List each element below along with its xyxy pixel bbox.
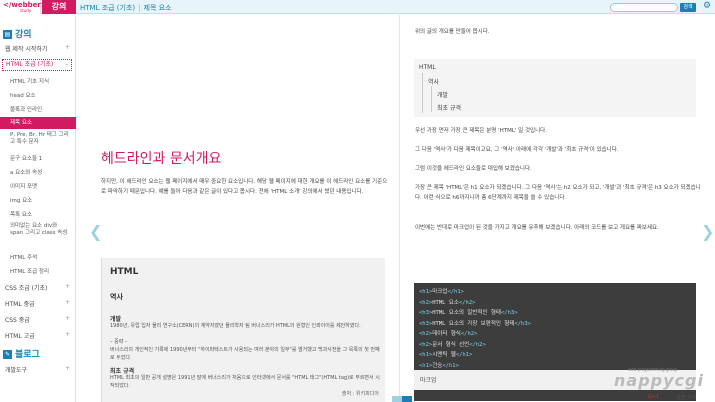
content-left-page: 헤드라인과 문서개요 하지만, 이 헤드라인 요소는 웹 페이지에서 매우 중요… xyxy=(77,15,398,402)
quote-paragraph: 1980년, 유럽 입자 물리 연구소(CERN)의 계약자였던 물리학자 팀 … xyxy=(110,323,361,329)
quote-paragraph: 버너스리의 개인적인 기록에 1990년부터 "하이퍼텍스트가 사용되는 여러 … xyxy=(110,347,380,361)
sidebar-sub-item[interactable]: HTML 조급 정리 xyxy=(0,267,76,275)
right-intro: 위의 글의 개요를 만들어 봅시다. xyxy=(415,29,490,35)
code-line: <h3>HTML 요소의 일반적인 형태</h3> xyxy=(419,310,518,316)
logo-subtext: study xyxy=(20,8,32,13)
quote-paragraph: HTML 최초의 일반 공개 설명은 1991년 말에 버너스리가 처음으로 인… xyxy=(110,375,380,389)
right-paragraph: 그 다음 '역사'가 다음 제목이고요, 그 '역사' 아래에 각각 '개발'과… xyxy=(415,147,619,153)
outline-item: 최초 규격 xyxy=(437,105,461,112)
sidebar: ▤ 강의 웹 제작 시작하기 + HTML 초급 (기초) - HTML 기초 지식 … xyxy=(0,15,76,402)
outline-item: HTML xyxy=(419,64,436,71)
sidebar-section-blog: ✎ 블로그 xyxy=(3,350,40,360)
sidebar-sub-item[interactable]: 의미없는 요소 div와 span 그리고 class 속성 xyxy=(0,223,70,237)
comment-button[interactable]: 의견 쓰기 xyxy=(676,394,696,401)
sidebar-sub-item[interactable]: 이미지 포맷 xyxy=(0,182,76,190)
logo[interactable]: </webber> study xyxy=(0,0,47,14)
sidebar-sub-item[interactable]: P, Pre, Br, Hr 태그 그리고 특수 문자 xyxy=(0,132,70,146)
sidebar-sub-item-active[interactable]: 제목 요소 xyxy=(0,117,76,129)
next-page-arrow-icon[interactable]: ❯ xyxy=(701,222,714,241)
breadcrumb-item-heading[interactable]: 제목 요소 xyxy=(144,4,172,12)
right-paragraph: 우선 가장 먼저 가장 큰 제목은 분명 'HTML' 일 것입니다. xyxy=(415,128,547,134)
google-plus-button[interactable]: G+1 xyxy=(648,394,659,400)
quote-h2: 역사 xyxy=(110,293,123,301)
sidebar-section-lecture: ▤ 강의 xyxy=(3,30,32,40)
sidebar-sub-item[interactable]: 목록 요소 xyxy=(0,210,76,218)
sidebar-item-devtools[interactable]: 개발도구 + xyxy=(0,365,76,374)
content-right-page: 위의 글의 개요를 만들어 봅시다. HTML 역사 개발 최초 규격 우선 가… xyxy=(400,15,715,402)
sidebar-sub-item[interactable]: HTML 주석 xyxy=(0,253,76,261)
right-paragraph: 가장 큰 제목 'HTML'은 h1 요소가 되겠습니다. 그 다음 '역사'는… xyxy=(415,185,701,201)
top-bar: </webber> study 강의 HTML 조급 (기초) | 제목 요소 검색… xyxy=(0,0,715,14)
watermark: web programming group nappycgi xyxy=(614,367,704,390)
quote-h1: HTML xyxy=(110,267,139,277)
sidebar-sub-item[interactable]: img 요소 xyxy=(0,196,76,204)
breadcrumb: HTML 조급 (기초) | 제목 요소 xyxy=(80,3,172,13)
book-icon: ▤ xyxy=(3,30,12,39)
breadcrumb-item-html[interactable]: HTML 조급 (기초) xyxy=(80,4,135,12)
sidebar-sub-item[interactable]: a 요소와 속성 xyxy=(0,168,76,176)
code-line: <h2>HTML 요소</h2> xyxy=(419,299,476,306)
search-button[interactable]: 검색 xyxy=(680,3,696,12)
quote-paragraph: – 중략 – xyxy=(110,339,128,345)
outline-line xyxy=(431,86,432,112)
blog-icon: ✎ xyxy=(3,350,12,359)
page-indicator-active[interactable] xyxy=(402,396,412,402)
sidebar-item-html-basic[interactable]: HTML 초급 (기초) - xyxy=(2,59,72,71)
right-paragraph: 그럼 이것을 헤드라인 요소들로 대입해 보겠습니다. xyxy=(415,166,532,172)
example-quote-box: HTML 역사 개발 1980년, 유럽 입자 물리 연구소(CERN)의 계약… xyxy=(101,258,385,402)
lecture-tab[interactable]: 강의 xyxy=(42,0,76,14)
sidebar-sub-item[interactable]: 블록과 인라인 xyxy=(0,105,76,113)
sidebar-sub-item[interactable]: head 요소 xyxy=(0,91,76,99)
sidebar-item-html-adv[interactable]: HTML 고급 + xyxy=(0,331,76,340)
breadcrumb-separator: | xyxy=(138,4,141,12)
sidebar-item-web-start[interactable]: 웹 제작 시작하기 + xyxy=(0,44,76,53)
gear-icon[interactable]: ⚙ xyxy=(703,1,711,11)
search-input[interactable] xyxy=(610,3,678,12)
code-line: <h1>마크업</h1> xyxy=(419,289,464,295)
code-line: <h3>HTML 요소의 가장 보편적인 형태</h3> xyxy=(419,320,531,327)
intro-paragraph: 하지만, 이 헤드라인 요소는 웹 페이지에서 매우 중요한 요소입니다. 해당… xyxy=(101,179,388,195)
outline-item: 역사 xyxy=(428,79,440,86)
sidebar-sub-item[interactable]: 문구 요소들 1 xyxy=(0,154,76,162)
prev-page-arrow-icon[interactable]: ❮ xyxy=(89,222,102,241)
sidebar-item-css-basic[interactable]: CSS 조급 (기초) + xyxy=(0,283,76,292)
sidebar-item-css-mid[interactable]: CSS 중급 + xyxy=(0,315,76,324)
page-title: 헤드라인과 문서개요 xyxy=(101,151,222,167)
quote-source: 출처 : 위키피디아 xyxy=(341,391,379,397)
sidebar-sub-item[interactable]: HTML 기초 지식 xyxy=(0,77,76,85)
code-line: <h2>데이터 형식</h2> xyxy=(419,331,478,337)
code-line: <h2>문서 형식 선언</h2> xyxy=(419,341,486,348)
outline-item: 개발 xyxy=(437,92,449,99)
sidebar-item-html-mid[interactable]: HTML 중급 + xyxy=(0,299,76,308)
right-paragraph: 이번에는 반대로 마크업이 된 것을 가지고 개요를 유추해 보겠습니다. 아래… xyxy=(415,225,659,231)
outline-box: HTML 역사 개발 최초 규격 xyxy=(414,59,696,117)
outline-line xyxy=(422,73,423,113)
